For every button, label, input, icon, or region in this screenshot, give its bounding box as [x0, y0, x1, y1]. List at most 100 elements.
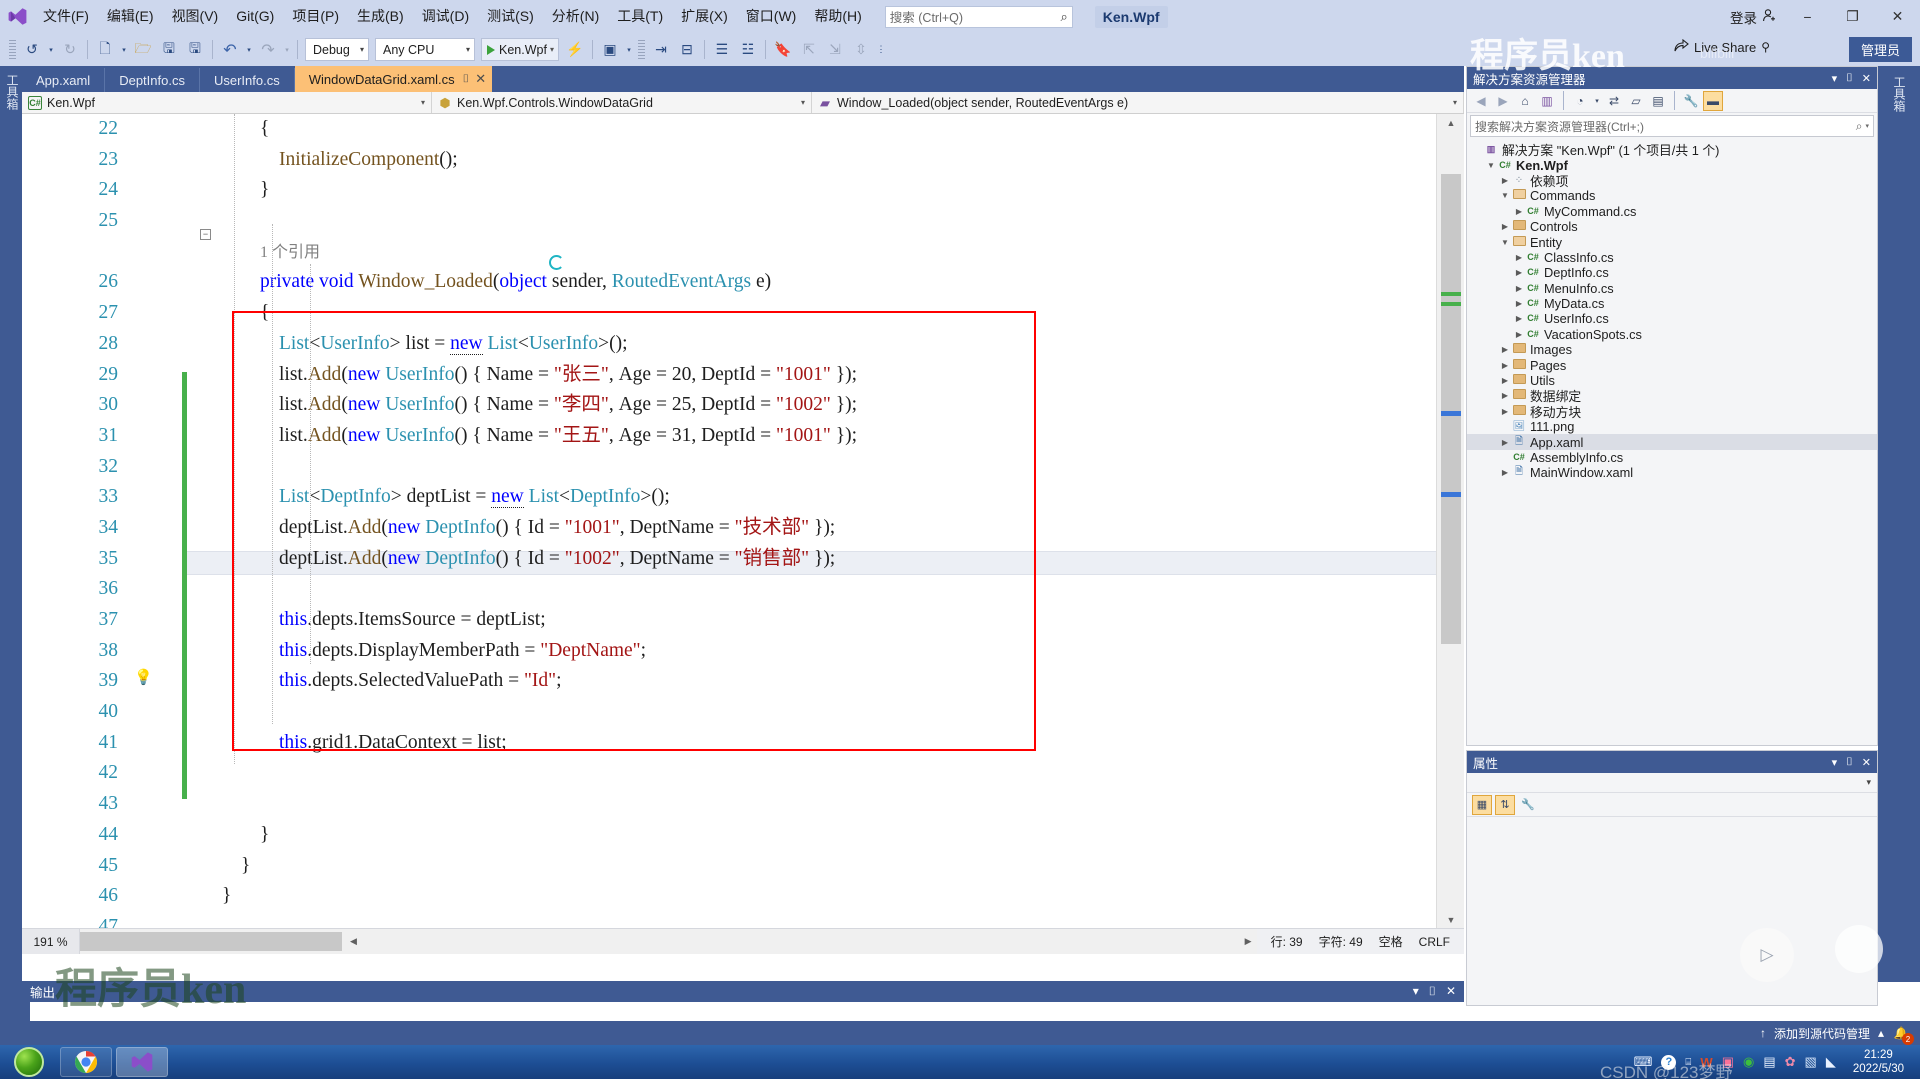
- show-hidden-icons-icon[interactable]: ⌸: [1685, 1057, 1691, 1068]
- alphabetical-icon[interactable]: ⇅: [1495, 794, 1515, 815]
- collapsed-chevron-icon[interactable]: ▶: [1499, 468, 1511, 477]
- step-b-icon[interactable]: ⇲: [822, 38, 848, 62]
- step-a-icon[interactable]: ⇱: [796, 38, 822, 62]
- code-editor[interactable]: 22 {23 InitializeComponent(); 24} 25 1 个引用 26 p…: [22, 114, 1464, 954]
- taskbar-clock[interactable]: 21:29 2022/5/30: [1845, 1048, 1912, 1076]
- wps-icon[interactable]: W: [1700, 1055, 1712, 1070]
- expanded-chevron-icon[interactable]: ▼: [1499, 191, 1511, 200]
- collapsed-chevron-icon[interactable]: ▶: [1513, 314, 1525, 323]
- navbar-project-dropdown[interactable]: C# Ken.Wpf ▾: [22, 92, 432, 113]
- code-line[interactable]: 47: [22, 912, 1436, 928]
- new-project-dropdown-icon[interactable]: ▾: [118, 38, 130, 62]
- collapsed-chevron-icon[interactable]: ▶: [1499, 391, 1511, 400]
- scroll-left-arrow[interactable]: ◀: [345, 929, 362, 954]
- toolbox-vertical-tab-right[interactable]: 工具箱: [1878, 66, 1920, 122]
- save-all-icon[interactable]: 🖫: [182, 38, 208, 62]
- solution-icon[interactable]: ▥: [1537, 91, 1557, 111]
- tree-item-111.png[interactable]: 🖼 111.png: [1467, 419, 1877, 434]
- menu-item-extensions[interactable]: 扩展(X): [672, 0, 737, 33]
- menu-item-view[interactable]: 视图(V): [163, 0, 228, 33]
- properties-grid[interactable]: [1467, 817, 1877, 1003]
- home-icon[interactable]: ⌂: [1515, 91, 1535, 111]
- sync-with-active-document-icon[interactable]: ◔: [1570, 91, 1590, 111]
- collapsed-chevron-icon[interactable]: ▶: [1499, 361, 1511, 370]
- editor-zoom-level[interactable]: 191 %: [22, 929, 80, 954]
- chevron-down-icon[interactable]: ▾: [1865, 122, 1869, 130]
- categorized-icon[interactable]: ▦: [1472, 794, 1492, 815]
- start-debug-button[interactable]: Ken.Wpf ▾: [481, 38, 559, 61]
- menu-item-build[interactable]: 生成(B): [348, 0, 413, 33]
- tree-item-userinfo.cs[interactable]: ▶ C# UserInfo.cs: [1467, 311, 1877, 326]
- expanded-chevron-icon[interactable]: ▼: [1499, 238, 1511, 247]
- bilibili-icon[interactable]: ▣: [1722, 1054, 1734, 1070]
- uncomment-icon[interactable]: ☰: [709, 38, 735, 62]
- chevron-down-icon[interactable]: ▾: [1832, 756, 1838, 769]
- tree-item-ken.wpf11[interactable]: ▥ 解决方案 "Ken.Wpf" (1 个项目/共 1 个): [1467, 142, 1877, 158]
- tree-item-deptinfo.cs[interactable]: ▶ C# DeptInfo.cs: [1467, 265, 1877, 280]
- chevron-down-icon[interactable]: ▾: [550, 45, 554, 54]
- toolbar-overflow-icon[interactable]: ⋮: [874, 38, 888, 62]
- wechat-icon[interactable]: ◉: [1743, 1054, 1754, 1070]
- code-line[interactable]: 43: [22, 789, 1436, 820]
- screenshot-icon[interactable]: ▧: [1805, 1054, 1817, 1070]
- network-icon[interactable]: ▤: [1763, 1054, 1775, 1070]
- collapsed-chevron-icon[interactable]: ▶: [1499, 176, 1511, 185]
- editor-horizontal-scrollbar[interactable]: ◀ ▶: [80, 929, 1257, 954]
- keyboard-icon[interactable]: ⌨: [1634, 1054, 1653, 1070]
- chevron-down-icon[interactable]: ▾: [1592, 91, 1602, 111]
- tree-item-pages[interactable]: ▶ Pages: [1467, 357, 1877, 373]
- undo-icon[interactable]: ↶: [217, 38, 243, 62]
- bookmark-icon[interactable]: 🔖: [770, 38, 796, 62]
- menu-item-project[interactable]: 项目(P): [283, 0, 348, 33]
- comment-icon[interactable]: ⊟: [674, 38, 700, 62]
- sogou-input-icon[interactable]: ✿: [1785, 1054, 1796, 1070]
- solution-configuration-combo[interactable]: Debug ▾: [305, 38, 369, 61]
- tree-item-entity[interactable]: ▼ Entity: [1467, 234, 1877, 250]
- collapsed-chevron-icon[interactable]: ▶: [1513, 253, 1525, 262]
- menu-item-edit[interactable]: 编辑(E): [98, 0, 163, 33]
- pin-icon[interactable]: ⌷: [1429, 984, 1436, 999]
- menu-item-help[interactable]: 帮助(H): [805, 0, 870, 33]
- pin-icon[interactable]: ⌷: [1846, 72, 1853, 85]
- maximize-button[interactable]: ❐: [1830, 0, 1875, 33]
- notification-bell-icon[interactable]: 🔔 2: [1892, 1024, 1914, 1045]
- undo-dropdown-icon[interactable]: ▾: [243, 38, 255, 62]
- collapsed-chevron-icon[interactable]: ▶: [1499, 407, 1511, 416]
- close-icon[interactable]: ✕: [1862, 72, 1871, 85]
- show-all-files-icon[interactable]: ▤: [1648, 91, 1668, 111]
- collapsed-chevron-icon[interactable]: ▶: [1499, 345, 1511, 354]
- scroll-up-arrow[interactable]: ▲: [1437, 114, 1464, 131]
- editor-vertical-scrollbar[interactable]: ▲ ▼: [1436, 114, 1464, 928]
- hot-reload-icon[interactable]: ⚡: [562, 38, 588, 62]
- tree-item-controls[interactable]: ▶ Controls: [1467, 219, 1877, 234]
- collapsed-chevron-icon[interactable]: ▶: [1513, 207, 1525, 216]
- open-file-icon[interactable]: 🗁: [130, 38, 156, 62]
- tree-item-images[interactable]: ▶ Images: [1467, 342, 1877, 357]
- navigate-back-dropdown-icon[interactable]: ▾: [45, 38, 57, 62]
- properties-icon[interactable]: 🔧: [1681, 91, 1701, 111]
- step-c-icon[interactable]: ⇳: [848, 38, 874, 62]
- scroll-right-arrow[interactable]: ▶: [1240, 929, 1257, 954]
- navigate-back-icon[interactable]: ↺: [19, 38, 45, 62]
- toolbar-grip[interactable]: [637, 39, 645, 60]
- tree-item-app.xaml[interactable]: ▶ 🗎 App.xaml: [1467, 434, 1877, 450]
- code-line[interactable]: 46}: [22, 881, 1436, 912]
- designer-icon[interactable]: ▣: [597, 38, 623, 62]
- collapsed-chevron-icon[interactable]: ▶: [1499, 376, 1511, 385]
- navbar-member-dropdown[interactable]: ▰ Window_Loaded(object sender, RoutedEve…: [812, 92, 1464, 113]
- redo-dropdown-icon[interactable]: ▾: [281, 38, 293, 62]
- tree-item-mydata.cs[interactable]: ▶ C# MyData.cs: [1467, 296, 1877, 311]
- properties-object-combo[interactable]: ▾: [1467, 773, 1877, 793]
- forward-icon[interactable]: ▶: [1493, 91, 1513, 111]
- collapse-all-icon[interactable]: ▱: [1626, 91, 1646, 111]
- collapsed-chevron-icon[interactable]: ▶: [1499, 438, 1511, 447]
- tab-windowdatagrid-xaml-cs[interactable]: WindowDataGrid.xaml.cs ⌷ ✕: [294, 66, 493, 92]
- indent-icon[interactable]: ⇥: [648, 38, 674, 62]
- menu-item-window[interactable]: 窗口(W): [737, 0, 806, 33]
- menu-item-tools[interactable]: 工具(T): [608, 0, 672, 33]
- collapsed-chevron-icon[interactable]: ▶: [1513, 284, 1525, 293]
- tree-item-commands[interactable]: ▼ Commands: [1467, 188, 1877, 203]
- taskbar-app-visual-studio[interactable]: [116, 1047, 168, 1077]
- menu-item-analyze[interactable]: 分析(N): [543, 0, 608, 33]
- save-icon[interactable]: 🖫: [156, 38, 182, 62]
